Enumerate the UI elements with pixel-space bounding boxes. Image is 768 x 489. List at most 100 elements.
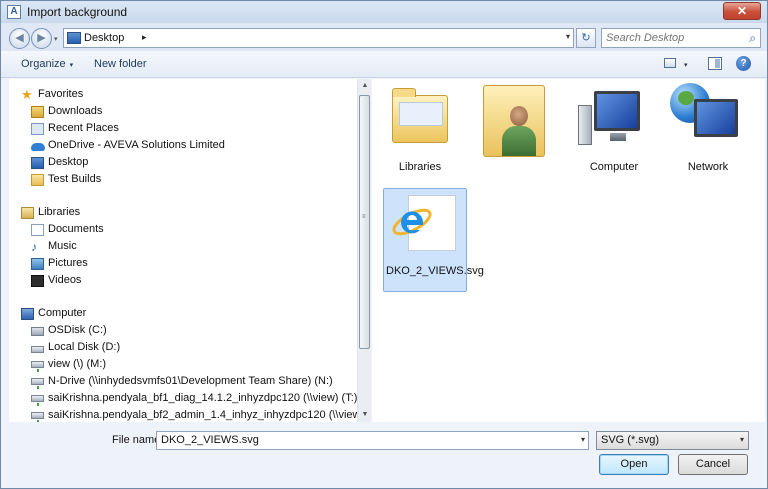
file-name-combobox[interactable]: DKO_2_VIEWS.svg ▾ [156, 431, 589, 450]
sidebar-item-label: OSDisk (C:) [48, 324, 107, 336]
sidebar-item-label: Recent Places [48, 122, 119, 134]
sidebar-item-label: Videos [48, 274, 82, 286]
sidebar-item-label: Test Builds [48, 173, 102, 185]
videos-icon [31, 275, 44, 287]
title-bar[interactable]: A Import background ✕ [1, 1, 767, 23]
file-list: Libraries Computer Network DKO_2_VIEWS.s… [372, 79, 765, 422]
recent-locations-dropdown[interactable]: ▾ [54, 35, 58, 43]
item-label: Network [687, 161, 729, 173]
forward-arrow-icon: ▶ [37, 32, 46, 44]
network-drive-icon [31, 361, 44, 372]
nav-group-label: Libraries [38, 206, 81, 218]
chevron-down-icon: ▾ [69, 62, 74, 69]
file-selection-panel: File name: DKO_2_VIEWS.svg ▾ SVG (*.svg)… [1, 422, 767, 488]
scroll-thumb[interactable]: ≡ [359, 95, 370, 349]
file-name-value[interactable]: DKO_2_VIEWS.svg [161, 434, 259, 446]
chevron-down-icon[interactable]: ▾ [740, 435, 744, 444]
chevron-down-icon[interactable]: ▾ [581, 435, 585, 444]
help-icon[interactable]: ? [736, 56, 751, 71]
user-folder-icon [483, 85, 545, 157]
computer-tower [578, 105, 592, 145]
item-label: Computer [589, 161, 639, 173]
sidebar-item-label: saiKrishna.pendyala_bf2_admin_1.4_inhyz_… [48, 409, 357, 421]
back-button[interactable]: ◀ [9, 28, 30, 49]
nav-scrollbar[interactable]: ▲ ≡ ▼ [357, 79, 371, 422]
sidebar-item-label: Documents [48, 223, 104, 235]
search-icon[interactable]: ⌕ [749, 32, 756, 44]
libraries-icon [21, 207, 34, 219]
organize-button[interactable]: Organize ▾ [21, 58, 73, 70]
local-disk-icon [31, 346, 44, 353]
user-head [510, 106, 528, 126]
network-monitor [694, 99, 738, 137]
chevron-right-icon[interactable]: ▸ [142, 32, 147, 43]
cancel-button[interactable]: Cancel [678, 454, 748, 475]
nav-group-label: Favorites [38, 88, 84, 100]
command-toolbar: Organize ▾ New folder ▾ ? [1, 51, 767, 78]
close-button[interactable]: ✕ [723, 2, 761, 20]
sidebar-item-label: saiKrishna.pendyala_bf1_diag_14.1.2_inhy… [48, 392, 357, 404]
network-drive-icon [31, 395, 44, 406]
file-type-select[interactable]: SVG (*.svg) ▾ [596, 431, 749, 450]
app-icon: A [7, 5, 21, 19]
music-icon: ♪ [31, 240, 37, 254]
sidebar-item-label: Downloads [48, 105, 103, 117]
desktop-icon [31, 157, 44, 169]
sidebar-item-label: view (\) (M:) [48, 358, 107, 370]
address-box[interactable]: Desktop ▸ ▾ [63, 28, 574, 48]
folder-icon [31, 174, 44, 186]
computer-icon [594, 91, 640, 131]
navigation-pane: ★ Favorites Downloads Recent Places OneD… [9, 79, 357, 422]
new-folder-button[interactable]: New folder [94, 58, 147, 70]
onedrive-icon [31, 143, 45, 151]
item-label: Libraries [398, 161, 442, 173]
monitor-stand [610, 133, 626, 141]
internet-explorer-icon [392, 208, 432, 236]
user-body [502, 126, 536, 156]
organize-label: Organize [21, 58, 66, 70]
libraries-folder-icon [392, 88, 448, 143]
file-type-value: SVG (*.svg) [601, 434, 660, 446]
sidebar-item-label: Pictures [48, 257, 88, 269]
refresh-button[interactable]: ↻ [576, 28, 596, 48]
recent-places-icon [31, 123, 44, 135]
address-location[interactable]: Desktop [84, 32, 124, 44]
item-dko-2-views-svg[interactable]: DKO_2_VIEWS.svg [383, 188, 484, 292]
window-title: Import background [27, 5, 128, 19]
network-drive-icon [31, 412, 44, 422]
address-bar: ◀ ▶ ▾ Desktop ▸ ▾ ↻ ⌕ [1, 23, 767, 51]
search-input[interactable] [606, 31, 744, 45]
scroll-up-button[interactable]: ▲ [358, 79, 372, 93]
item-user-folder[interactable] [475, 81, 555, 181]
desktop-icon [67, 32, 81, 44]
downloads-icon [31, 106, 44, 118]
change-view-icon[interactable] [664, 58, 676, 68]
grip-icon: ≡ [362, 214, 366, 220]
item-computer[interactable]: Computer [574, 81, 654, 181]
view-options-dropdown[interactable]: ▾ [684, 61, 688, 69]
address-dropdown-icon[interactable]: ▾ [566, 32, 570, 41]
sidebar-item-label: Music [48, 240, 77, 252]
sidebar-item-label: N-Drive (\\inhydedsvmfs01\Development Te… [48, 375, 333, 387]
network-drive-icon [31, 378, 44, 389]
item-libraries[interactable]: Libraries [380, 81, 460, 181]
close-icon: ✕ [736, 4, 748, 18]
pictures-icon [31, 258, 44, 270]
forward-button[interactable]: ▶ [31, 28, 52, 49]
computer-icon [21, 308, 34, 320]
nav-group-label: Computer [38, 307, 87, 319]
import-background-dialog: A Import background ✕ ◀ ▶ ▾ Desktop ▸ ▾ … [0, 0, 768, 489]
refresh-icon: ↻ [581, 32, 591, 44]
sidebar-item-label: OneDrive - AVEVA Solutions Limited [48, 139, 225, 151]
preview-pane-icon[interactable] [708, 57, 722, 70]
sidebar-item-label: Desktop [48, 156, 89, 168]
item-label: DKO_2_VIEWS.svg [386, 265, 484, 277]
search-box[interactable]: ⌕ [601, 28, 761, 48]
documents-icon [31, 224, 44, 236]
open-button[interactable]: Open [599, 454, 669, 475]
back-arrow-icon: ◀ [15, 32, 24, 44]
os-disk-icon [31, 327, 44, 336]
scroll-down-button[interactable]: ▼ [358, 408, 372, 422]
item-network[interactable]: Network [668, 81, 748, 181]
star-icon: ★ [21, 87, 33, 102]
